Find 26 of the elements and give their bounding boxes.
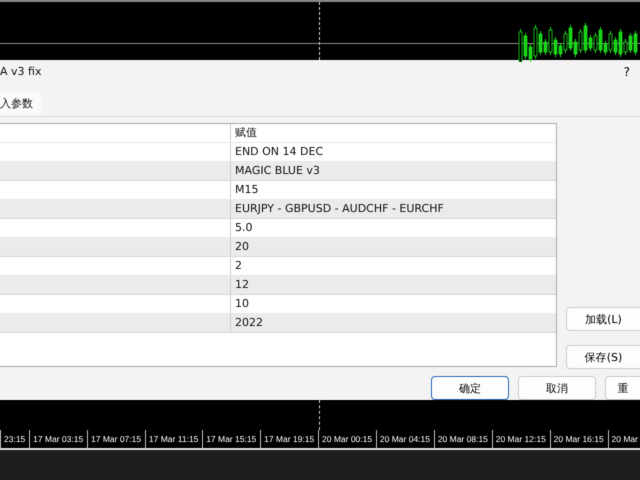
table-cell[interactable]: M15 — [231, 180, 556, 199]
time-label: 17 Mar 07:15 — [87, 430, 142, 448]
time-label: 20 Mar 16:15 — [550, 430, 604, 448]
time-label: 17 Mar 19:15 — [260, 430, 314, 448]
dialog-title: A v3 fix — [0, 65, 42, 78]
help-button[interactable]: ? — [624, 64, 630, 79]
side-button[interactable]: 保存(S) — [566, 345, 640, 369]
table-cell[interactable]: END ON 14 DEC — [231, 142, 556, 161]
table-cell[interactable]: 5.0 — [231, 218, 556, 237]
table-cell[interactable]: 2 — [231, 256, 556, 275]
time-label: 20 Mar — [608, 430, 638, 448]
dialog-button[interactable]: 取消 — [518, 376, 596, 400]
column-header: 赋值 — [234, 124, 258, 141]
table-cell[interactable]: 10 — [231, 294, 556, 313]
time-label: 20 Mar 00:15 — [318, 430, 372, 448]
dialog-button[interactable]: 重 — [605, 376, 640, 400]
tab[interactable]: 入参数 — [0, 92, 41, 116]
time-label: 23:15 — [0, 430, 26, 448]
time-label: 17 Mar 03:15 — [29, 430, 84, 448]
time-label: 17 Mar 15:15 — [202, 430, 256, 448]
side-button[interactable]: 加载(L) — [566, 307, 640, 331]
time-label: 20 Mar 04:15 — [376, 430, 430, 448]
dialog-button[interactable]: 确定 — [431, 376, 509, 400]
time-label: 17 Mar 11:15 — [144, 430, 198, 448]
time-label: 20 Mar 08:15 — [434, 430, 488, 448]
time-label: 20 Mar 12:15 — [492, 430, 546, 448]
